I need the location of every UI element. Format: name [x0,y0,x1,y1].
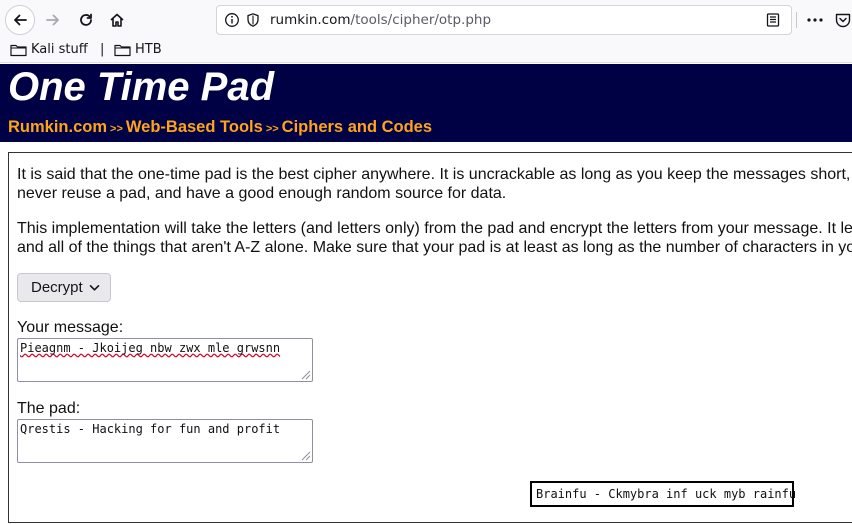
breadcrumb-link-rumkin[interactable]: Rumkin.com [8,118,107,136]
back-button[interactable] [5,5,35,35]
toolbar-divider [796,12,797,28]
intro-paragraph-2: This implementation will take the letter… [17,219,852,257]
bookmark-kali-stuff[interactable]: Kali stuff [10,42,88,57]
reload-icon [80,13,92,26]
bookmark-htb[interactable]: HTB [114,42,162,57]
folder-icon [114,44,131,56]
url-path: /tools/cipher/otp.php [350,12,492,28]
site-header: One Time Pad Rumkin.com >> Web-Based Tools… [0,64,852,142]
intro-p1-line-1: It is said that the one-time pad is the … [17,166,852,183]
url-text[interactable]: rumkin.com/tools/cipher/otp.php [270,12,491,28]
breadcrumb-separator: >> [265,123,279,135]
page-title: One Time Pad [8,65,275,109]
home-icon [110,13,124,27]
reader-view-icon[interactable] [765,12,781,28]
info-icon[interactable] [224,12,240,28]
intro-p2-line-2: and all of the things that aren't A-Z al… [17,239,852,256]
folder-icon [10,44,27,56]
intro-p2-line-1: This implementation will take the letter… [17,220,852,237]
pad-textarea[interactable]: Qrestis - Hacking for fun and profit [17,419,313,463]
bookmark-label: HTB [135,42,162,57]
breadcrumb-link-ciphers-and-codes[interactable]: Ciphers and Codes [282,118,432,136]
message-text: Pieagnm - Jkoijeg nbw zwx mle grwsnn [20,341,281,355]
message-label: Your message: [17,319,124,336]
bookmark-label: Kali stuff [31,42,88,57]
tracking-shield-icon[interactable] [245,12,261,28]
chevron-down-icon [89,284,99,291]
browser-toolbar: rumkin.com/tools/cipher/otp.php [0,0,852,40]
intro-p1-line-2: never reuse a pad, and have a good enoug… [17,185,507,202]
breadcrumb-separator: >> [110,123,123,135]
breadcrumb-link-web-based-tools[interactable]: Web-Based Tools [126,118,263,136]
result-output: Brainfu - Ckmybra inf uck myb rainfu [530,481,796,507]
arrow-right-icon [46,14,59,26]
bookmark-separator: | [100,42,105,57]
intro-paragraph-1: It is said that the one-time pad is the … [17,165,852,203]
breadcrumb: Rumkin.com >> Web-Based Tools >> Ciphers and… [8,118,432,137]
pocket-icon[interactable] [834,11,852,29]
forward-button[interactable] [38,5,68,35]
pad-text: Qrestis - Hacking for fun and profit [20,422,281,436]
pad-label: The pad: [17,400,81,417]
bookmarks-bar: Kali stuff | HTB [0,40,852,63]
mode-select[interactable]: Decrypt [17,273,111,302]
resize-grip-icon[interactable] [299,368,311,380]
mode-select-value: Decrypt [31,279,83,296]
resize-grip-icon[interactable] [299,449,311,461]
url-host: rumkin.com [270,12,351,28]
home-button[interactable] [102,5,132,35]
content-box: It is said that the one-time pad is the … [8,152,852,523]
message-textarea[interactable]: Pieagnm - Jkoijeg nbw zwx mle grwsnn [17,338,313,382]
arrow-left-icon [14,14,27,26]
reload-button[interactable] [71,5,101,35]
url-bar[interactable]: rumkin.com/tools/cipher/otp.php [216,5,792,35]
more-options-icon[interactable] [806,11,824,29]
